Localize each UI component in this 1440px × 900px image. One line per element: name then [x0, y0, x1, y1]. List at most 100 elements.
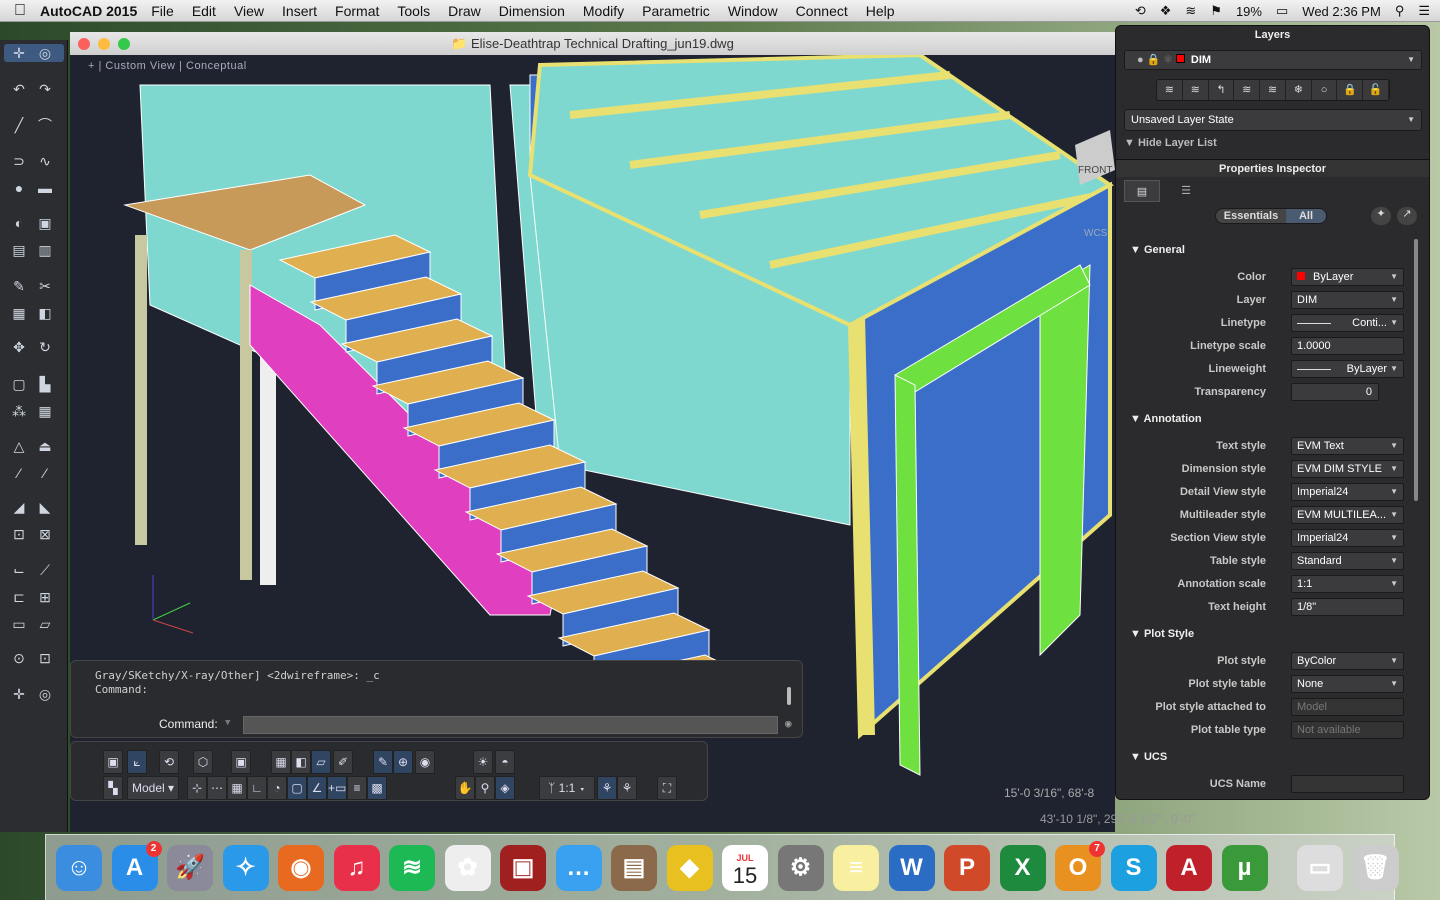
- tool-button-30[interactable]: ⊡: [8, 524, 30, 544]
- battery-icon[interactable]: ▭: [1276, 3, 1288, 19]
- tool-button-17[interactable]: ◧: [34, 303, 56, 323]
- tool-button-13[interactable]: ▥: [34, 240, 56, 260]
- tool-button-27[interactable]: ⁄: [34, 463, 56, 483]
- wifi-icon[interactable]: ≋: [1185, 3, 1196, 19]
- tool-button-23[interactable]: ▦: [34, 401, 56, 421]
- property-value[interactable]: 1.0000: [1291, 337, 1404, 355]
- menu-format[interactable]: Format: [335, 3, 379, 19]
- dock-calendar[interactable]: JUL 15: [722, 845, 768, 891]
- status-tool-1-3[interactable]: ▦: [227, 776, 247, 800]
- zoom-button[interactable]: [118, 38, 130, 50]
- status-tool-1-4[interactable]: ∟: [247, 776, 267, 800]
- status-tool-0-11[interactable]: ◉: [415, 750, 435, 774]
- tool-button-20[interactable]: ▢: [8, 374, 30, 394]
- tool-button-39[interactable]: ⊡: [34, 648, 56, 668]
- command-scrollbar[interactable]: [787, 687, 791, 705]
- dock-photos[interactable]: ✿: [444, 845, 491, 891]
- view-label[interactable]: Custom View: [105, 60, 175, 72]
- tab-all[interactable]: All: [1286, 209, 1326, 223]
- layer-state-dropdown[interactable]: Unsaved Layer State ▼: [1124, 109, 1422, 131]
- freeze-layer-icon[interactable]: ❄: [1286, 80, 1312, 100]
- status-tool-0-4[interactable]: ▣: [231, 750, 251, 774]
- menu-edit[interactable]: Edit: [192, 3, 216, 19]
- tool-button-6[interactable]: ⊃: [8, 151, 30, 171]
- status-tool-0-5[interactable]: ▦: [271, 750, 291, 774]
- property-value[interactable]: DIM ▼: [1291, 291, 1404, 309]
- command-scroll-icon[interactable]: ◉: [785, 717, 792, 730]
- make-current-icon[interactable]: ≋: [1234, 80, 1261, 100]
- notification-icon[interactable]: ☰: [1418, 3, 1430, 19]
- dock-skype[interactable]: S: [1110, 845, 1157, 891]
- tool-button-24[interactable]: △: [8, 436, 30, 456]
- status-tool-1-8[interactable]: +▭: [327, 776, 347, 800]
- status-tool-1-16[interactable]: ⛶: [657, 776, 677, 800]
- status-tool-1-9[interactable]: ≡: [347, 776, 367, 800]
- command-history-dropdown[interactable]: ▼: [225, 718, 230, 728]
- tab-essentials[interactable]: Essentials: [1216, 209, 1286, 223]
- tool-button-34[interactable]: ⊏: [8, 587, 30, 607]
- tool-button-4[interactable]: ╱: [8, 115, 30, 135]
- property-value[interactable]: 1/8": [1291, 598, 1404, 616]
- dock-photo-booth[interactable]: ▣: [500, 845, 546, 891]
- dropbox-icon[interactable]: ❖: [1160, 3, 1172, 19]
- property-value[interactable]: ByColor ▼: [1291, 652, 1404, 670]
- dock-documents[interactable]: ▭: [1297, 845, 1343, 891]
- dock-excel[interactable]: X: [999, 845, 1046, 891]
- tool-button-21[interactable]: ▙: [34, 374, 56, 394]
- off-layer-icon[interactable]: ○: [1312, 80, 1338, 100]
- tool-button-11[interactable]: ▣: [34, 213, 56, 233]
- layers-tab-icon[interactable]: ☰: [1168, 180, 1204, 202]
- viewport-menu[interactable]: +: [88, 60, 98, 72]
- move-to-layer-icon[interactable]: ≋: [1260, 80, 1286, 100]
- status-tool-0-2[interactable]: ⟲: [159, 750, 179, 774]
- tool-button-3[interactable]: ↷: [34, 79, 56, 99]
- property-value[interactable]: EVM DIM STYLE ▼: [1291, 460, 1404, 478]
- match-layer-icon[interactable]: ≋: [1183, 80, 1209, 100]
- battery-percent[interactable]: 19%: [1236, 4, 1262, 19]
- menu-parametric[interactable]: Parametric: [642, 3, 710, 19]
- tool-button-12[interactable]: ▤: [8, 240, 30, 260]
- tool-button-22[interactable]: ⁂: [8, 401, 30, 421]
- status-tool-0-3[interactable]: ⬡: [193, 750, 213, 774]
- status-tool-0-13[interactable]: ◓: [495, 750, 515, 774]
- menu-modify[interactable]: Modify: [583, 3, 624, 19]
- dock-itunes[interactable]: ♫: [333, 845, 380, 891]
- tool-button-5[interactable]: ⌒: [34, 115, 56, 135]
- model-space-dropdown[interactable]: Model ▾: [127, 776, 179, 800]
- property-value[interactable]: None ▼: [1291, 675, 1404, 693]
- unlock-layer-icon[interactable]: 🔓: [1363, 80, 1390, 100]
- tool-button-31[interactable]: ⊠: [34, 524, 56, 544]
- pick-object-icon[interactable]: ↗: [1397, 207, 1417, 225]
- status-tool-0-12[interactable]: ☀: [473, 750, 493, 774]
- dock-finder[interactable]: ☺: [56, 845, 102, 891]
- properties-tab-icon[interactable]: ▤: [1124, 180, 1160, 202]
- tool-button-28[interactable]: ◢: [8, 497, 30, 517]
- dock-utorrent[interactable]: µ: [1221, 845, 1268, 891]
- tool-button-40[interactable]: ✛: [8, 684, 30, 704]
- tool-button-15[interactable]: ✂: [34, 276, 56, 296]
- minimize-button[interactable]: [98, 38, 110, 50]
- dock-preview[interactable]: ▤: [611, 845, 657, 891]
- status-tool-0-7[interactable]: ▱: [311, 750, 331, 774]
- status-tool-0-0[interactable]: ▣: [103, 750, 123, 774]
- tool-button-41[interactable]: ◎: [34, 684, 56, 704]
- property-value[interactable]: Model: [1291, 698, 1404, 716]
- menu-view[interactable]: View: [234, 3, 264, 19]
- status-tool-1-6[interactable]: ▢: [287, 776, 307, 800]
- property-value[interactable]: Not available: [1291, 721, 1404, 739]
- dock-powerpoint[interactable]: P: [944, 845, 990, 891]
- tool-button-33[interactable]: ⟋: [34, 560, 56, 580]
- menu-connect[interactable]: Connect: [796, 3, 848, 19]
- tool-button-37[interactable]: ▱: [34, 614, 56, 634]
- tool-button-9[interactable]: ▬: [34, 178, 56, 198]
- spotlight-icon[interactable]: ⚲: [1395, 3, 1405, 19]
- tool-button-10[interactable]: ◐: [8, 213, 30, 233]
- menu-tools[interactable]: Tools: [397, 3, 430, 19]
- app-menu[interactable]: AutoCAD 2015: [40, 3, 137, 19]
- dock-safari[interactable]: ✧: [222, 845, 269, 891]
- tool-button-7[interactable]: ∿: [34, 151, 56, 171]
- section-ucs[interactable]: ▼ UCS: [1130, 751, 1167, 763]
- property-value[interactable]: ByLayer ▼: [1291, 268, 1404, 286]
- property-value[interactable]: [1291, 775, 1404, 793]
- status-tool-1-13[interactable]: ◈: [495, 776, 515, 800]
